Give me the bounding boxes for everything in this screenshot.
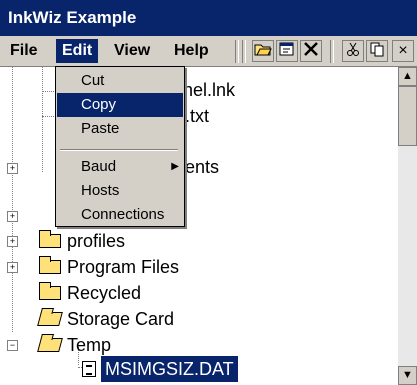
delete-icon[interactable] [300,40,322,62]
copy-icon[interactable] [366,40,388,62]
vertical-scrollbar[interactable]: ▲ ▼ [398,67,417,385]
expand-icon[interactable]: + [7,211,18,222]
menu-file[interactable]: File [4,39,44,63]
tree-item-partial-3[interactable]: ents [185,154,219,180]
properties-icon[interactable] [276,40,298,62]
menu-item-cut[interactable]: Cut [57,69,183,93]
tree-item-recycled[interactable]: Recycled [0,280,398,306]
tree-item-program-files[interactable]: + Program Files [0,254,398,280]
submenu-arrow-icon: ▶ [171,161,179,172]
tree-item-partial-2[interactable]: .txt [185,103,209,129]
menu-help[interactable]: Help [168,39,215,63]
open-folder-icon[interactable] [252,40,274,62]
toolbar-grip [235,40,239,63]
expand-icon[interactable]: + [7,262,18,273]
menu-bar: File Edit View Help × [0,36,417,67]
tree-item-storage-card[interactable]: Storage Card [0,306,398,332]
cut-icon[interactable] [342,40,364,62]
title-bar: InkWiz Example [0,0,417,36]
toolbar-grip-2 [242,40,246,63]
tree-item-profiles[interactable]: + profiles [0,228,398,254]
folder-icon [39,282,61,300]
scroll-down-icon[interactable]: ▼ [398,366,417,385]
menu-edit[interactable]: Edit [56,39,99,63]
folder-icon [39,230,61,248]
close-icon[interactable]: × [392,40,414,62]
tree-line [42,67,43,172]
menu-item-hosts[interactable]: Hosts [57,179,183,203]
menu-separator [60,149,178,151]
storage-card-icon [37,312,63,326]
tree-item-partial-1[interactable]: hel.lnk [183,77,235,103]
collapse-icon[interactable]: − [7,340,18,351]
expand-icon[interactable]: + [7,236,18,247]
menu-view[interactable]: View [108,39,156,63]
menu-item-paste[interactable]: Paste [57,117,183,141]
scroll-thumb[interactable] [398,86,417,146]
menu-item-copy[interactable]: Copy [57,93,183,117]
tree-item-temp[interactable]: − Temp [0,332,398,358]
file-icon [82,361,96,377]
toolbar-separator [330,40,334,63]
expand-icon[interactable]: + [7,163,18,174]
window-title: InkWiz Example [8,8,137,27]
edit-menu-dropdown: Cut Copy Paste Baud ▶ Hosts Connections [55,66,185,227]
menu-item-baud[interactable]: Baud ▶ [57,155,183,179]
tree-item-msimgsiz[interactable]: MSIMGSIZ.DAT [0,356,398,382]
menu-item-connections[interactable]: Connections [57,203,183,227]
scroll-up-icon[interactable]: ▲ [398,67,417,86]
folder-icon [39,256,61,274]
open-folder-icon [37,338,63,352]
